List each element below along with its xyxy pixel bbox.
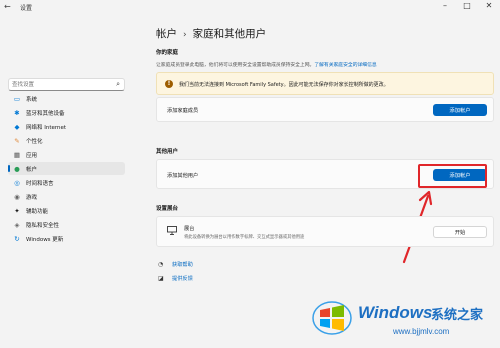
add-family-member-label: 添加家庭成员	[167, 108, 199, 114]
sidebar-item-label: 游戏	[26, 194, 38, 201]
close-icon[interactable]: ✕	[482, 1, 496, 10]
sidebar-item[interactable]: ● 帐户	[8, 162, 125, 175]
back-arrow-icon[interactable]: ←	[4, 2, 11, 11]
windows-logo-icon	[312, 301, 352, 335]
breadcrumb-separator: ›	[183, 30, 187, 40]
maximize-icon[interactable]: □	[460, 1, 474, 10]
search-icon[interactable]: ⌕	[116, 80, 120, 89]
help-icon: ◔	[158, 261, 164, 268]
sidebar-item[interactable]: ✱ 蓝牙和其他设备	[8, 106, 125, 119]
gamepad-icon: ◉	[14, 192, 20, 201]
family-description: 让家庭成员登录此电脑，他们将可以使用安全设置帮助成员保持安全上网。了解有关家庭安…	[156, 61, 377, 68]
add-other-user-label: 添加其他用户	[167, 173, 199, 179]
sidebar-item-label: 个性化	[26, 138, 43, 145]
sidebar-item[interactable]: ↻ Windows 更新	[8, 232, 125, 245]
kiosk-title: 展台	[184, 226, 195, 232]
watermark: Windows 系统之家 www.bjjmlv.com	[300, 292, 500, 348]
sidebar-item-label: Windows 更新	[26, 236, 64, 243]
sidebar-item[interactable]: ◆ 网络和 Internet	[8, 120, 125, 133]
sidebar-item[interactable]: ◉ 游戏	[8, 190, 125, 203]
watermark-url: www.bjjmlv.com	[393, 327, 450, 336]
sidebar-item[interactable]: ◈ 隐私和安全性	[8, 218, 125, 231]
breadcrumb: 帐户 › 家庭和其他用户	[156, 26, 266, 41]
sidebar-item-label: 网络和 Internet	[26, 124, 67, 131]
sidebar-item[interactable]: ✦ 辅助功能	[8, 204, 125, 217]
sidebar-item-label: 辅助功能	[26, 208, 49, 215]
add-family-member-card: 添加家庭成员 添加帐户	[156, 97, 494, 122]
warning-banner: ! 我们当前无法连接到 Microsoft Family Safety。因此可能…	[156, 72, 494, 95]
search-box[interactable]: ⌕	[8, 78, 125, 91]
sidebar-item-label: 时间和语言	[26, 180, 54, 187]
sidebar: ⌕ ▭ 系统 ✱ 蓝牙和其他设备 ◆ 网络和 Internet ✎ 个性化 ▦ 应用 ● 帐户 ◎ 时间和…	[0, 16, 132, 348]
sidebar-item[interactable]: ◎ 时间和语言	[8, 176, 125, 189]
family-description-text: 让家庭成员登录此电脑，他们将可以使用安全设置帮助成员保持安全上网。	[156, 63, 315, 68]
other-users-heading: 其他用户	[156, 149, 179, 155]
kiosk-heading: 设置展台	[156, 206, 179, 212]
person-icon: ●	[14, 164, 20, 173]
kiosk-start-button[interactable]: 开始	[433, 226, 487, 238]
watermark-cn: 系统之家	[431, 308, 484, 323]
kiosk-card: 展台 将此设备转换为展台以用作数字标牌、交互式显示器或其他用途 开始	[156, 216, 494, 247]
bluetooth-icon: ✱	[14, 108, 20, 117]
family-safety-link[interactable]: 了解有关家庭安全的详细信息	[314, 63, 376, 68]
warning-icon: !	[165, 80, 173, 88]
warning-text: 我们当前无法连接到 Microsoft Family Safety。因此可能无法…	[179, 82, 389, 88]
family-heading: 你的家庭	[156, 50, 179, 56]
sidebar-item-label: 系统	[26, 96, 38, 103]
shield-icon: ◈	[14, 220, 20, 229]
sidebar-item-label: 蓝牙和其他设备	[26, 110, 65, 117]
page-title: 家庭和其他用户	[192, 28, 267, 40]
sidebar-item[interactable]: ✎ 个性化	[8, 134, 125, 147]
watermark-brand: Windows	[358, 303, 433, 322]
search-input[interactable]	[12, 80, 108, 90]
sidebar-item[interactable]: ▦ 应用	[8, 148, 125, 161]
sidebar-item-label: 隐私和安全性	[26, 222, 60, 229]
get-help-item[interactable]: ◔ 获取帮助	[158, 261, 193, 268]
update-icon: ↻	[14, 234, 20, 243]
window-title: 设置	[20, 5, 33, 12]
apps-icon: ▦	[13, 150, 21, 159]
feedback-item[interactable]: ◪ 提供反馈	[158, 275, 193, 282]
globe-clock-icon: ◎	[14, 178, 20, 187]
wifi-icon: ◆	[14, 122, 20, 131]
sidebar-item[interactable]: ▭ 系统	[8, 92, 125, 105]
minimize-icon[interactable]: –	[438, 1, 452, 10]
sidebar-item-label: 帐户	[26, 166, 38, 173]
add-family-account-button[interactable]: 添加帐户	[433, 104, 487, 116]
breadcrumb-parent[interactable]: 帐户	[156, 28, 177, 40]
feedback-link[interactable]: 提供反馈	[172, 275, 193, 282]
get-help-link[interactable]: 获取帮助	[172, 261, 193, 268]
kiosk-icon	[167, 226, 177, 235]
accessibility-icon: ✦	[14, 206, 20, 215]
feedback-icon: ◪	[158, 275, 164, 282]
title-bar: ← 设置 – □ ✕	[0, 0, 500, 16]
sidebar-item-label: 应用	[26, 152, 38, 159]
highlight-box	[418, 164, 487, 188]
brush-icon: ✎	[14, 136, 20, 145]
kiosk-subtitle: 将此设备转换为展台以用作数字标牌、交互式显示器或其他用途	[184, 235, 305, 240]
monitor-icon: ▭	[13, 94, 21, 103]
